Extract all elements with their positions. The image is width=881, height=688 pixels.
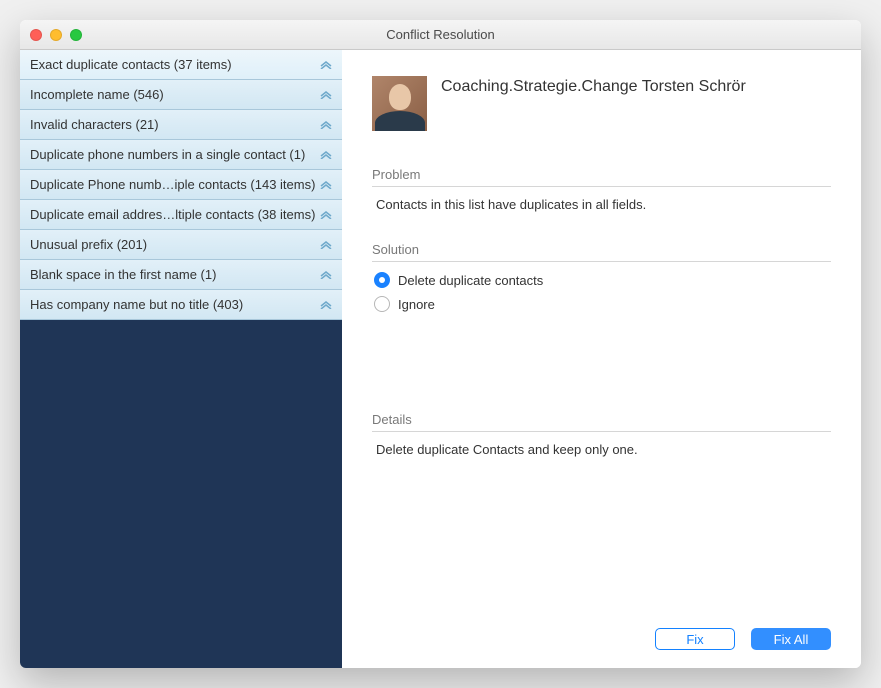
collapse-icon [320,149,332,161]
collapse-icon [320,59,332,71]
sidebar: Exact duplicate contacts (37 items) Inco… [20,50,342,668]
solution-options: Delete duplicate contacts Ignore [372,272,831,312]
sidebar-item-label: Blank space in the first name (1) [30,267,216,282]
radio-delete-duplicates[interactable]: Delete duplicate contacts [374,272,831,288]
detail-pane: Coaching.Strategie.Change Torsten Schrör… [342,50,861,668]
collapse-icon [320,299,332,311]
collapse-icon [320,179,332,191]
sidebar-item-incomplete-name[interactable]: Incomplete name (546) [20,80,342,110]
sidebar-item-label: Duplicate phone numbers in a single cont… [30,147,305,162]
sidebar-item-company-no-title[interactable]: Has company name but no title (403) [20,290,342,320]
collapse-icon [320,269,332,281]
sidebar-item-exact-duplicates[interactable]: Exact duplicate contacts (37 items) [20,50,342,80]
conflict-resolution-window: Conflict Resolution Exact duplicate cont… [20,20,861,668]
sidebar-item-duplicate-email[interactable]: Duplicate email addres…ltiple contacts (… [20,200,342,230]
collapse-icon [320,119,332,131]
button-row: Fix Fix All [655,628,831,650]
traffic-lights [20,29,82,41]
minimize-button[interactable] [50,29,62,41]
sidebar-item-blank-space[interactable]: Blank space in the first name (1) [20,260,342,290]
problem-section: Problem Contacts in this list have dupli… [372,167,831,212]
titlebar: Conflict Resolution [20,20,861,50]
solution-header: Solution [372,242,831,262]
radio-label: Ignore [398,297,435,312]
close-button[interactable] [30,29,42,41]
sidebar-item-duplicate-phone-multiple[interactable]: Duplicate Phone numb…iple contacts (143 … [20,170,342,200]
content: Exact duplicate contacts (37 items) Inco… [20,50,861,668]
contact-name: Coaching.Strategie.Change Torsten Schrör [441,76,746,96]
sidebar-item-duplicate-phone-single[interactable]: Duplicate phone numbers in a single cont… [20,140,342,170]
window-title: Conflict Resolution [20,27,861,42]
radio-label: Delete duplicate contacts [398,273,543,288]
problem-text: Contacts in this list have duplicates in… [372,197,831,212]
fix-all-button[interactable]: Fix All [751,628,831,650]
sidebar-item-label: Invalid characters (21) [30,117,159,132]
radio-icon [374,272,390,288]
problem-header: Problem [372,167,831,187]
details-section: Details Delete duplicate Contacts and ke… [372,412,831,457]
radio-icon [374,296,390,312]
collapse-icon [320,209,332,221]
sidebar-item-label: Incomplete name (546) [30,87,164,102]
sidebar-item-label: Duplicate email addres…ltiple contacts (… [30,207,315,222]
solution-section: Solution Delete duplicate contacts Ignor… [372,242,831,312]
sidebar-item-invalid-characters[interactable]: Invalid characters (21) [20,110,342,140]
fix-button[interactable]: Fix [655,628,735,650]
radio-ignore[interactable]: Ignore [374,296,831,312]
zoom-button[interactable] [70,29,82,41]
sidebar-item-label: Exact duplicate contacts (37 items) [30,57,232,72]
sidebar-item-label: Unusual prefix (201) [30,237,147,252]
collapse-icon [320,239,332,251]
details-text: Delete duplicate Contacts and keep only … [372,442,831,457]
collapse-icon [320,89,332,101]
avatar [372,76,427,131]
details-header: Details [372,412,831,432]
sidebar-item-label: Duplicate Phone numb…iple contacts (143 … [30,177,315,192]
sidebar-item-unusual-prefix[interactable]: Unusual prefix (201) [20,230,342,260]
contact-header: Coaching.Strategie.Change Torsten Schrör [372,70,831,131]
sidebar-item-label: Has company name but no title (403) [30,297,243,312]
